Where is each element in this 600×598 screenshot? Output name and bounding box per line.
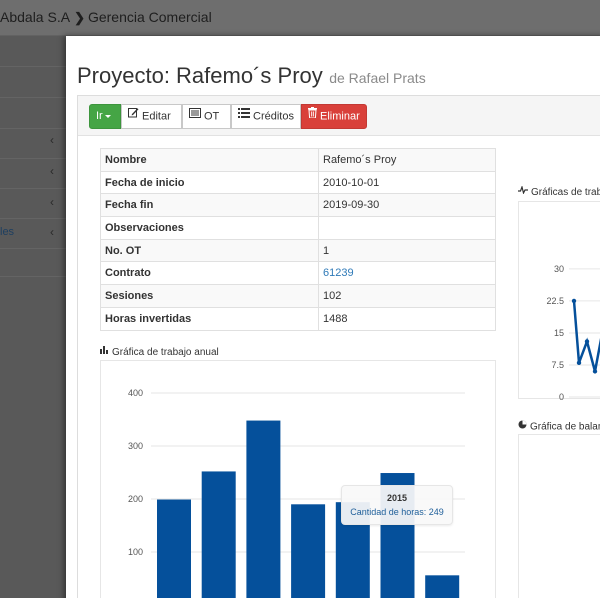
details-row: Nombre Rafemo´s Proy	[100, 148, 496, 172]
sidebar-divider	[0, 188, 66, 189]
work-charts-title: Gráficas de trab	[518, 184, 600, 199]
ir-label: Ir	[96, 110, 103, 122]
pulse-icon	[518, 184, 528, 197]
sidebar-divider	[0, 158, 66, 159]
data-point[interactable]	[584, 339, 590, 344]
ot-button[interactable]: OT	[182, 104, 231, 129]
work-line-chart: 0 7.5 15 22.5 30	[546, 264, 600, 402]
details-label: No. OT	[100, 238, 319, 263]
y-tick-label: 0	[559, 392, 564, 400]
sidebar-divider	[0, 66, 66, 67]
breadcrumb: Abdala S.A ❯ Gerencia Comercial	[0, 9, 212, 26]
chart-bar[interactable]	[201, 471, 236, 598]
sidebar-divider	[0, 97, 66, 98]
pie-chart-icon	[518, 420, 527, 432]
balance-chart-title: Gráfica de balan	[518, 420, 600, 433]
y-tick-label: 200	[128, 494, 143, 504]
project-details-table: Nombre Rafemo´s Proy Fecha de inicio 2010-1…	[100, 148, 496, 331]
details-value: 1488	[318, 306, 496, 331]
creditos-label: Créditos	[253, 110, 294, 123]
data-point[interactable]	[571, 298, 577, 304]
chevron-left-icon[interactable]: ‹	[50, 133, 54, 147]
details-label: Contrato	[100, 261, 319, 286]
bar-chart-icon	[100, 346, 109, 357]
chart-tooltip: 2015 Cantidad de horas: 249	[341, 485, 453, 525]
trash-icon	[308, 104, 317, 127]
annual-chart-panel: 100 200 300 400	[100, 360, 496, 598]
chevron-right-icon: ❯	[74, 10, 85, 25]
caret-down-icon	[104, 114, 111, 118]
list-alt-icon	[189, 104, 201, 127]
data-point[interactable]	[576, 360, 582, 366]
creditos-button[interactable]: Créditos	[231, 104, 301, 129]
edit-icon	[128, 104, 139, 127]
y-tick-label: 400	[128, 388, 143, 398]
editar-button[interactable]: Editar	[121, 104, 182, 129]
y-tick-label: 300	[128, 441, 143, 451]
eliminar-label: Eliminar	[320, 110, 360, 123]
details-label: Nombre	[100, 148, 319, 172]
project-modal: Proyecto: Rafemo´s Proy de Rafael Prats …	[66, 36, 600, 598]
chevron-left-icon[interactable]: ‹	[50, 195, 54, 209]
ir-dropdown-button[interactable]: Ir	[89, 104, 121, 129]
details-label: Horas invertidas	[100, 306, 319, 331]
y-tick-label: 15	[554, 328, 564, 338]
editar-label: Editar	[142, 110, 171, 123]
breadcrumb-section[interactable]: Gerencia Comercial	[88, 9, 212, 25]
y-tick-label: 30	[554, 264, 564, 274]
tooltip-value: Cantidad de horas: 249	[350, 507, 444, 517]
details-value: Rafemo´s Proy	[318, 148, 496, 172]
project-owner: de Rafael Prats	[329, 70, 426, 86]
contract-link[interactable]: 61239	[323, 267, 354, 279]
balance-chart-panel	[518, 434, 600, 598]
y-tick-label: 7.5	[551, 360, 564, 370]
details-row: Contrato 61239	[100, 261, 496, 286]
chart-bar[interactable]	[157, 499, 191, 598]
details-value: 2019-09-30	[318, 193, 496, 218]
work-line-chart-panel: 0 7.5 15 22.5 30	[518, 201, 600, 402]
sidebar-item-label[interactable]: les	[0, 226, 14, 238]
details-label: Sesiones	[100, 284, 319, 308]
y-tick-label: 22.5	[546, 296, 564, 306]
tooltip-title: 2015	[386, 493, 408, 503]
annual-chart-title-text: Gráfica de trabajo anual	[112, 347, 219, 359]
eliminar-button[interactable]: Eliminar	[301, 104, 367, 129]
details-row: Horas invertidas 1488	[100, 306, 496, 331]
background-sidebar: ‹ ‹ ‹ ‹ les	[0, 36, 66, 598]
ot-label: OT	[204, 110, 220, 123]
details-value	[318, 216, 496, 240]
chart-bar[interactable]	[425, 575, 460, 598]
sidebar-divider	[0, 218, 66, 219]
details-value: 2010-10-01	[318, 170, 496, 195]
details-value: 61239	[318, 261, 496, 286]
chevron-left-icon[interactable]: ‹	[50, 225, 54, 239]
y-tick-label: 100	[128, 547, 143, 557]
balance-chart-title-text: Gráfica de balan	[530, 421, 600, 433]
sidebar-divider	[0, 128, 66, 129]
details-value: 1	[318, 238, 496, 263]
list-icon	[238, 104, 250, 127]
data-point[interactable]	[592, 369, 598, 374]
details-row: Sesiones 102	[100, 284, 496, 308]
chevron-left-icon[interactable]: ‹	[50, 164, 54, 178]
details-label: Fecha de inicio	[100, 170, 319, 195]
chart-bar[interactable]	[246, 420, 281, 598]
chart-bar[interactable]	[291, 504, 326, 598]
details-row: No. OT 1	[100, 238, 496, 263]
details-label: Fecha fin	[100, 193, 319, 218]
sidebar-divider	[0, 248, 66, 249]
details-row: Observaciones	[100, 216, 496, 240]
annual-bar-chart: 100 200 300 400	[128, 388, 465, 598]
annual-chart-title: Gráfica de trabajo anual	[100, 346, 219, 359]
project-title: Proyecto: Rafemo´s Proy	[77, 63, 323, 88]
details-value: 102	[318, 284, 496, 308]
breadcrumb-company[interactable]: Abdala S.A	[0, 9, 70, 25]
details-label: Observaciones	[100, 216, 319, 240]
details-row: Fecha fin 2019-09-30	[100, 193, 496, 218]
series-line	[572, 300, 600, 372]
details-row: Fecha de inicio 2010-10-01	[100, 170, 496, 195]
sidebar-divider	[0, 276, 66, 277]
page-title: Proyecto: Rafemo´s Proy de Rafael Prats	[77, 63, 426, 89]
work-charts-title-text: Gráficas de trab	[531, 187, 600, 199]
